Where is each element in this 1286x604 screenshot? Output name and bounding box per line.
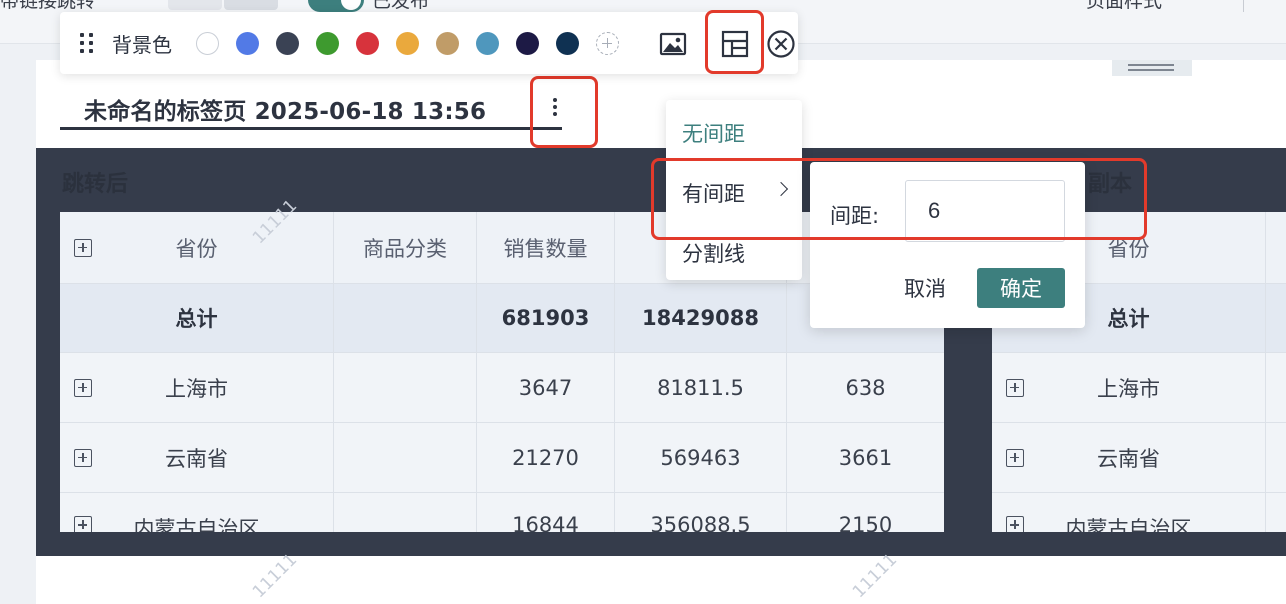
row-amount: 81811.5 [615, 353, 787, 422]
custom-color-icon[interactable] [596, 32, 619, 55]
table-cell [1266, 493, 1286, 532]
row-province: 上海市 [992, 353, 1266, 422]
row-province: 云南省 [992, 423, 1266, 492]
drag-handle-icon[interactable] [80, 33, 94, 53]
tab-container[interactable]: 未命名的标签页 2025-06-18 13:56 [60, 88, 562, 130]
table-row: 云南省 [992, 423, 1286, 493]
swatch-white[interactable] [196, 32, 219, 55]
resize-handle[interactable] [1112, 60, 1192, 76]
table-cell [1266, 284, 1286, 352]
expand-row-icon[interactable] [74, 516, 92, 532]
tab-title[interactable]: 未命名的标签页 2025-06-18 13:56 [84, 92, 486, 126]
row-qty: 3647 [477, 353, 615, 422]
confirm-button[interactable]: 确定 [977, 268, 1065, 308]
table-row: 上海市 [992, 353, 1286, 423]
close-circle-icon[interactable] [766, 29, 796, 59]
row-amount: 356088.5 [615, 493, 787, 532]
expand-row-icon[interactable] [1006, 516, 1024, 532]
row-province: 内蒙古自治区 [992, 493, 1266, 532]
column-header-label: 省份 [175, 236, 218, 261]
table-cell [1266, 353, 1286, 422]
total-label: 总计 [60, 284, 334, 352]
image-icon[interactable] [658, 29, 688, 59]
view-mode-list-button[interactable] [168, 0, 222, 10]
row-extra: 638 [845, 375, 886, 400]
page-style-button[interactable]: 页面样式 [1086, 0, 1162, 13]
cancel-button[interactable]: 取消 [890, 268, 960, 308]
menu-item-divider-line[interactable]: 分割线 [682, 238, 745, 268]
swatch-steel-blue[interactable] [476, 32, 499, 55]
row-province: 上海市 [60, 353, 334, 422]
swatch-blue[interactable] [236, 32, 259, 55]
header-divider [1243, 0, 1244, 12]
column-header-category[interactable]: 商品分类 [334, 212, 477, 283]
background-color-label: 背景色 [112, 33, 172, 57]
menu-item-no-spacing[interactable]: 无间距 [682, 118, 745, 148]
row-province: 内蒙古自治区 [60, 493, 334, 532]
view-mode-grid-button[interactable] [224, 0, 278, 10]
row-extra: 2150 [838, 513, 893, 532]
expand-row-icon[interactable] [74, 448, 92, 467]
province-label: 内蒙古自治区 [1065, 517, 1192, 532]
highlight-spacing-option [651, 158, 1147, 240]
swatch-dark-blue[interactable] [556, 32, 579, 55]
highlight-tab-more [530, 76, 598, 148]
row-amount: 569463 [615, 423, 787, 492]
swatch-navy[interactable] [516, 32, 539, 55]
row-province: 云南省 [60, 423, 334, 492]
row-category [334, 353, 477, 422]
swatch-green[interactable] [316, 32, 339, 55]
swatch-tan[interactable] [436, 32, 459, 55]
table-row: 内蒙古自治区 [992, 493, 1286, 532]
table-row: 内蒙古自治区 16844 356088.5 2150 [60, 493, 944, 532]
province-label: 上海市 [1097, 376, 1160, 401]
expand-row-icon[interactable] [1006, 378, 1024, 397]
row-category [334, 423, 477, 492]
row-category [334, 493, 477, 532]
swatch-slate[interactable] [276, 32, 299, 55]
table-cell [334, 284, 477, 352]
province-label: 上海市 [165, 376, 228, 401]
swatch-orange[interactable] [396, 32, 419, 55]
row-qty: 16844 [477, 493, 615, 532]
table-row: 上海市 3647 81811.5 638 [60, 353, 944, 423]
table-row: 云南省 21270 569463 3661 [60, 423, 944, 493]
row-extra: 3661 [838, 445, 893, 470]
total-amount: 18429088 [615, 284, 787, 352]
province-label: 云南省 [165, 446, 228, 471]
table-cell [1266, 212, 1286, 283]
total-qty: 681903 [477, 284, 615, 352]
component-title-left: 跳转后 [62, 172, 129, 197]
column-header-province[interactable]: 省份 [60, 212, 334, 283]
table-cell [1266, 423, 1286, 492]
row-qty: 21270 [477, 423, 615, 492]
highlight-layout-button [705, 10, 764, 74]
province-label: 云南省 [1097, 446, 1160, 471]
column-header-qty[interactable]: 销售数量 [477, 212, 615, 283]
swatch-red[interactable] [356, 32, 379, 55]
expand-all-icon[interactable] [74, 238, 92, 257]
province-label: 内蒙古自治区 [133, 517, 260, 532]
publish-toggle[interactable] [308, 0, 364, 12]
component-toolbar: 背景色 [60, 12, 798, 74]
expand-row-icon[interactable] [1006, 448, 1024, 467]
expand-row-icon[interactable] [74, 378, 92, 397]
